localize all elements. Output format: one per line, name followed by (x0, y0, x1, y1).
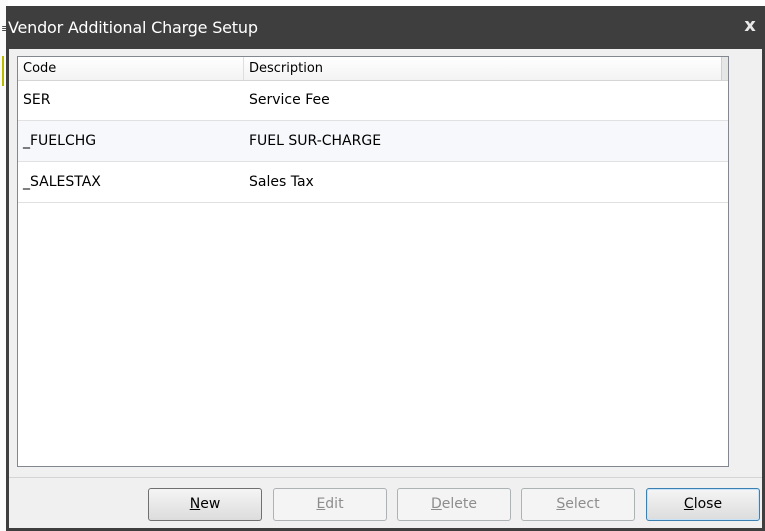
delete-button-label: elete (441, 496, 477, 512)
select-button-label: elect (565, 496, 600, 512)
cell-code: SER (23, 92, 51, 108)
select-button-accesskey: S (556, 496, 566, 512)
edit-button-label: dit (325, 496, 344, 512)
window-title: Vendor Additional Charge Setup (8, 18, 258, 37)
cell-description: Service Fee (249, 92, 330, 108)
cell-description: Sales Tax (249, 174, 314, 190)
select-button[interactable]: Select (521, 488, 635, 521)
dialog-client-area: Code Description SER Service Fee _FUELCH… (9, 49, 762, 528)
column-header-code[interactable]: Code (18, 57, 243, 80)
close-icon[interactable]: x (741, 16, 759, 36)
button-bar: New Edit Delete Select Close (9, 477, 762, 528)
new-button[interactable]: New (148, 488, 262, 521)
list-rows: SER Service Fee _FUELCHG FUEL SUR-CHARGE… (18, 80, 728, 203)
cell-code: _FUELCHG (23, 133, 97, 149)
table-row[interactable]: SER Service Fee (18, 80, 728, 121)
title-bar[interactable]: Vendor Additional Charge Setup x (6, 6, 765, 49)
table-row[interactable]: _SALESTAX Sales Tax (18, 162, 728, 203)
background-artifact-bar (2, 56, 4, 86)
header-filler (721, 57, 728, 80)
charges-list[interactable]: Code Description SER Service Fee _FUELCH… (17, 56, 729, 467)
close-button[interactable]: Close (646, 488, 760, 521)
new-button-label: ew (200, 496, 221, 512)
list-header: Code Description (18, 57, 728, 81)
delete-button[interactable]: Delete (397, 488, 511, 521)
close-button-label: lose (693, 496, 723, 512)
new-button-accesskey: N (189, 496, 201, 512)
dialog-window: Vendor Additional Charge Setup x Code De… (6, 6, 765, 531)
cell-code: _SALESTAX (23, 174, 101, 190)
delete-button-accesskey: D (431, 496, 442, 512)
cell-description: FUEL SUR-CHARGE (249, 133, 382, 149)
edit-button[interactable]: Edit (273, 488, 387, 521)
column-header-description[interactable]: Description (243, 57, 723, 80)
close-button-accesskey: C (683, 496, 694, 512)
edit-button-accesskey: E (316, 496, 326, 512)
table-row[interactable]: _FUELCHG FUEL SUR-CHARGE (18, 121, 728, 162)
